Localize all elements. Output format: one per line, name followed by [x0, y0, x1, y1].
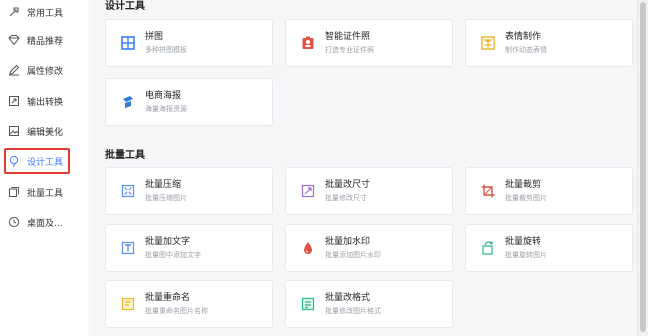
card-batch-add-text[interactable]: 批量加文字批量图中添加文字	[105, 224, 273, 272]
card-description: 打造专业证件照	[325, 45, 374, 54]
card-title: 表情制作	[505, 31, 542, 42]
collage-icon	[121, 36, 135, 50]
sidebar-item-output-convert[interactable]: 输出转换	[6, 90, 84, 112]
sidebar-item-common-tools[interactable]: 常用工具	[6, 1, 84, 23]
card-title: 批量改尺寸	[325, 179, 371, 190]
main-panel: 设计工具 拼图多种拼图模板 智能证件照打造专业证件照 表情制作制作动态表情 电商…	[91, 0, 637, 336]
active-highlight-box	[4, 148, 70, 174]
card-id-photo[interactable]: 智能证件照打造专业证件照	[285, 19, 453, 67]
card-title: 批量旋转	[505, 236, 542, 247]
compress-icon	[121, 184, 135, 198]
card-description: 多种拼图模板	[145, 45, 187, 54]
add-text-icon	[121, 241, 135, 255]
sidebar-item-label: 输出转换	[27, 97, 64, 108]
clock-icon	[8, 216, 20, 228]
card-collage[interactable]: 拼图 多种拼图模板	[105, 19, 273, 67]
card-description: 批量旋转图片	[505, 250, 547, 259]
card-description: 批量修改图片格式	[325, 306, 381, 315]
resize-icon	[301, 184, 315, 198]
toolbox-icon	[8, 6, 20, 18]
sidebar-item-label: 桌面及...	[27, 218, 63, 229]
diamond-icon	[8, 34, 20, 46]
sidebar-item-label: 编辑美化	[27, 127, 64, 138]
card-title: 批量重命名	[145, 292, 191, 303]
rotate-icon	[482, 241, 493, 255]
card-ecommerce-poster[interactable]: 电商海报海量海报资源	[105, 78, 273, 126]
batch-icon	[8, 186, 20, 198]
sidebar-item-batch-tools[interactable]: 批量工具	[6, 181, 84, 203]
card-batch-compress[interactable]: 批量压缩批量压缩图片	[105, 167, 273, 215]
id-photo-icon	[302, 36, 314, 49]
pencil-icon	[8, 64, 20, 76]
sidebar-item-label: 精品推荐	[27, 36, 64, 47]
card-title: 电商海报	[145, 90, 182, 101]
scrollbar-thumb[interactable]	[640, 2, 646, 332]
card-title: 批量加文字	[145, 236, 191, 247]
card-title: 拼图	[145, 31, 164, 42]
card-title: 批量改格式	[325, 292, 371, 303]
card-batch-crop[interactable]: 批量裁剪批量裁剪图片	[465, 167, 633, 215]
sidebar-item-label: 常用工具	[27, 8, 64, 19]
sidebar-item-design-tools[interactable]: 设计工具	[4, 148, 84, 174]
vertical-scrollbar[interactable]	[637, 0, 648, 336]
sidebar-item-edit-beautify[interactable]: 编辑美化	[6, 120, 84, 142]
section-title-design: 设计工具	[105, 1, 145, 12]
card-description: 批量压缩图片	[145, 193, 187, 202]
card-description: 批量裁剪图片	[505, 193, 547, 202]
sidebar-item-recommended[interactable]: 精品推荐	[6, 29, 84, 51]
card-title: 智能证件照	[325, 31, 371, 42]
card-description: 批量添加图片水印	[325, 250, 381, 259]
crop-icon	[481, 184, 495, 198]
sidebar-item-attribute-edit[interactable]: 属性修改	[6, 59, 84, 81]
card-batch-resize[interactable]: 批量改尺寸批量修改尺寸	[285, 167, 453, 215]
card-emoji-maker[interactable]: 表情制作制作动态表情	[465, 19, 633, 67]
sidebar-item-label: 批量工具	[27, 188, 64, 199]
card-description: 批量重命名图片名称	[145, 306, 208, 315]
card-description: 批量图中添加文字	[145, 250, 201, 259]
export-icon	[8, 95, 20, 107]
card-title: 批量裁剪	[505, 179, 542, 190]
card-description: 海量海报资源	[145, 104, 187, 113]
card-batch-format[interactable]: 批量改格式批量修改图片格式	[285, 280, 453, 328]
card-batch-watermark[interactable]: 批量加水印批量添加图片水印	[285, 224, 453, 272]
card-title: 批量压缩	[145, 179, 182, 190]
image-edit-icon	[8, 125, 20, 137]
card-batch-rotate[interactable]: 批量旋转批量旋转图片	[465, 224, 633, 272]
card-description: 批量修改尺寸	[325, 193, 367, 202]
rename-icon	[121, 297, 135, 311]
card-title: 批量加水印	[325, 236, 371, 247]
emoji-icon	[481, 36, 495, 50]
sidebar-item-desktop[interactable]: 桌面及...	[6, 211, 84, 233]
format-icon	[301, 297, 315, 311]
watermark-icon	[304, 242, 312, 254]
card-description: 制作动态表情	[505, 45, 547, 54]
section-title-batch: 批量工具	[105, 150, 145, 161]
poster-icon	[123, 96, 133, 108]
sidebar: 常用工具 精品推荐 属性修改 输出转换 编辑美化 设计工具 批量工具 桌面及..…	[0, 0, 90, 336]
sidebar-item-label: 属性修改	[27, 66, 64, 77]
card-batch-rename[interactable]: 批量重命名批量重命名图片名称	[105, 280, 273, 328]
